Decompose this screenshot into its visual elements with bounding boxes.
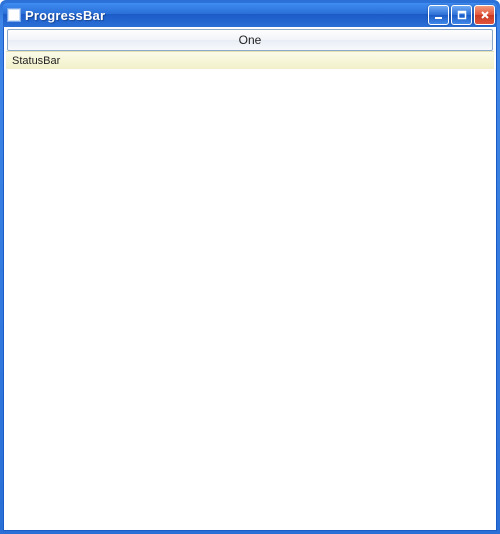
app-icon — [7, 8, 21, 22]
close-icon — [480, 10, 490, 20]
status-bar-text: StatusBar — [12, 55, 60, 67]
minimize-icon — [434, 10, 444, 20]
window-controls — [428, 5, 495, 25]
window-frame: ProgressBar One — [0, 0, 500, 534]
maximize-icon — [457, 10, 467, 20]
content-area — [6, 69, 494, 530]
close-button[interactable] — [474, 5, 495, 25]
tab-header-label: One — [239, 33, 262, 47]
client-area: One StatusBar — [3, 27, 497, 531]
minimize-button[interactable] — [428, 5, 449, 25]
window-title: ProgressBar — [25, 8, 428, 23]
titlebar[interactable]: ProgressBar — [3, 3, 497, 27]
tab-header-one[interactable]: One — [7, 29, 493, 51]
status-bar: StatusBar — [6, 51, 494, 69]
maximize-button[interactable] — [451, 5, 472, 25]
